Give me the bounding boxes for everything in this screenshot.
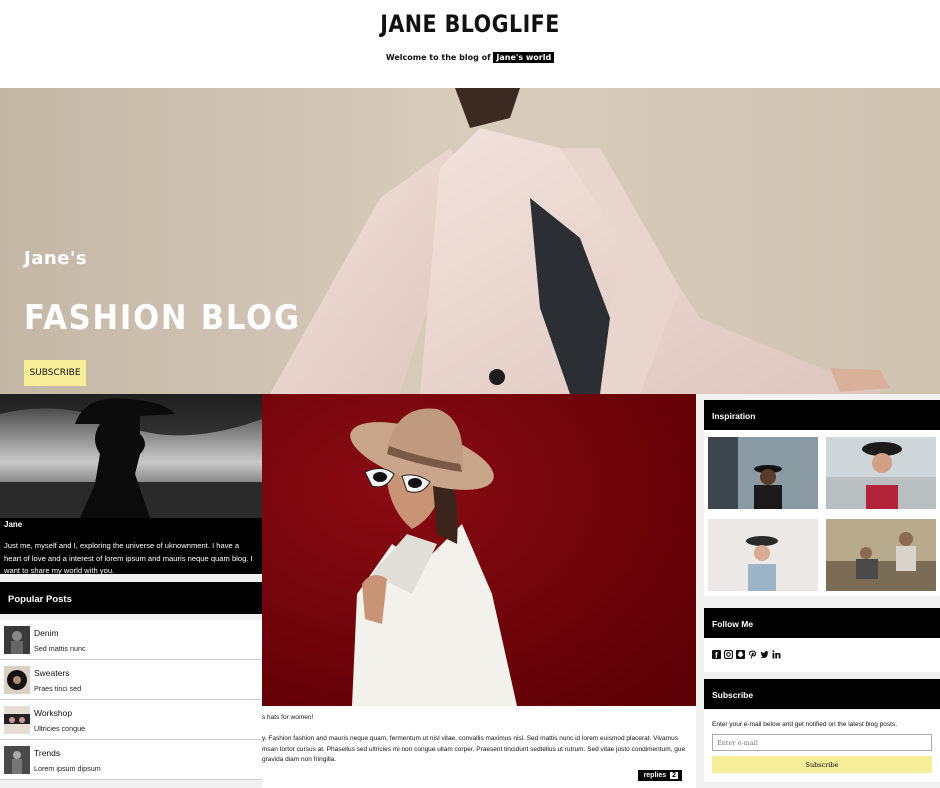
subscribe-text: Enter your e-mail below and get notified… bbox=[712, 721, 897, 728]
about-photo bbox=[0, 394, 262, 518]
follow-widget: f bbox=[704, 638, 940, 672]
replies-label: replies bbox=[643, 772, 667, 779]
snapchat-icon[interactable] bbox=[736, 650, 745, 659]
replies-count: 2 bbox=[670, 772, 678, 779]
pinterest-icon[interactable] bbox=[748, 650, 757, 659]
post-title[interactable]: s hats for women! bbox=[262, 714, 313, 721]
post-title[interactable]: Trends bbox=[34, 748, 60, 758]
site-header: JANE BLOGLIFE Welcome to the blog of Jan… bbox=[0, 0, 940, 88]
subscribe-widget: Enter your e-mail below and get notified… bbox=[704, 710, 940, 782]
hero-subscribe-button[interactable]: SUBSCRIBE bbox=[24, 360, 86, 386]
inspiration-image[interactable] bbox=[708, 519, 818, 591]
list-item[interactable]: Denim Sed mattis nunc bbox=[0, 620, 262, 660]
list-item[interactable]: Sweaters Praes tinci sed bbox=[0, 660, 262, 700]
list-item[interactable]: Trends Lorem ipsum dipsum bbox=[0, 740, 262, 780]
tagline: Welcome to the blog of Jane's world bbox=[0, 52, 940, 63]
about-name: Jane bbox=[4, 520, 23, 529]
post-subtitle: Lorem ipsum dipsum bbox=[34, 764, 101, 773]
popular-posts-heading: Popular Posts bbox=[0, 582, 262, 614]
inspiration-grid bbox=[704, 430, 940, 596]
email-field[interactable] bbox=[712, 734, 932, 751]
post-thumbnail bbox=[4, 666, 30, 694]
post-title[interactable]: Denim bbox=[34, 628, 59, 638]
popular-posts-list: Denim Sed mattis nunc Sweaters Praes tin… bbox=[0, 620, 262, 780]
inspiration-image[interactable] bbox=[826, 519, 936, 591]
instagram-icon[interactable] bbox=[724, 650, 733, 659]
social-icons: f bbox=[712, 650, 781, 659]
left-sidebar: Jane Just me, myself and I, exploring th… bbox=[0, 394, 262, 788]
follow-heading: Follow Me bbox=[704, 608, 940, 638]
post-subtitle: Ultricies congue bbox=[34, 724, 86, 733]
hero-title: FASHION BLOG bbox=[24, 298, 301, 338]
list-item[interactable]: Workshop Ultricies congue bbox=[0, 700, 262, 740]
subscribe-button[interactable]: Subscribe bbox=[712, 756, 932, 773]
site-title[interactable]: JANE BLOGLIFE bbox=[66, 10, 874, 38]
post-title[interactable]: Sweaters bbox=[34, 668, 69, 678]
twitter-icon[interactable] bbox=[760, 650, 769, 659]
post-thumbnail bbox=[4, 626, 30, 654]
post-subtitle: Sed mattis nunc bbox=[34, 644, 86, 653]
subscribe-heading: Subscribe bbox=[704, 679, 940, 709]
inspiration-image[interactable] bbox=[708, 437, 818, 509]
right-sidebar: Inspiration Follow Me f Subscribe Enter … bbox=[704, 394, 940, 788]
tagline-highlight: Jane's world bbox=[493, 52, 555, 63]
hero-eyebrow: Jane's bbox=[24, 248, 88, 269]
svg-text:f: f bbox=[715, 651, 718, 659]
post-thumbnail bbox=[4, 746, 30, 774]
post-thumbnail bbox=[4, 706, 30, 734]
post-title[interactable]: Workshop bbox=[34, 708, 72, 718]
about-widget: Jane Just me, myself and I, exploring th… bbox=[0, 394, 262, 575]
hero-image bbox=[0, 88, 940, 394]
tagline-prefix: Welcome to the blog of bbox=[385, 53, 491, 62]
linkedin-icon[interactable] bbox=[772, 650, 781, 659]
inspiration-image[interactable] bbox=[826, 437, 936, 509]
inspiration-heading: Inspiration bbox=[704, 400, 940, 430]
featured-post: s hats for women! y. Fashion fashion and… bbox=[262, 394, 696, 788]
featured-post-image[interactable] bbox=[262, 394, 696, 706]
hero-banner: Jane's FASHION BLOG SUBSCRIBE bbox=[0, 88, 940, 394]
replies-button[interactable]: replies 2 bbox=[637, 770, 682, 781]
facebook-icon[interactable]: f bbox=[712, 650, 721, 659]
post-subtitle: Praes tinci sed bbox=[34, 684, 82, 693]
about-text: Just me, myself and I, exploring the uni… bbox=[4, 541, 253, 575]
post-excerpt: y. Fashion fashion and mauris neque quam… bbox=[262, 735, 686, 763]
